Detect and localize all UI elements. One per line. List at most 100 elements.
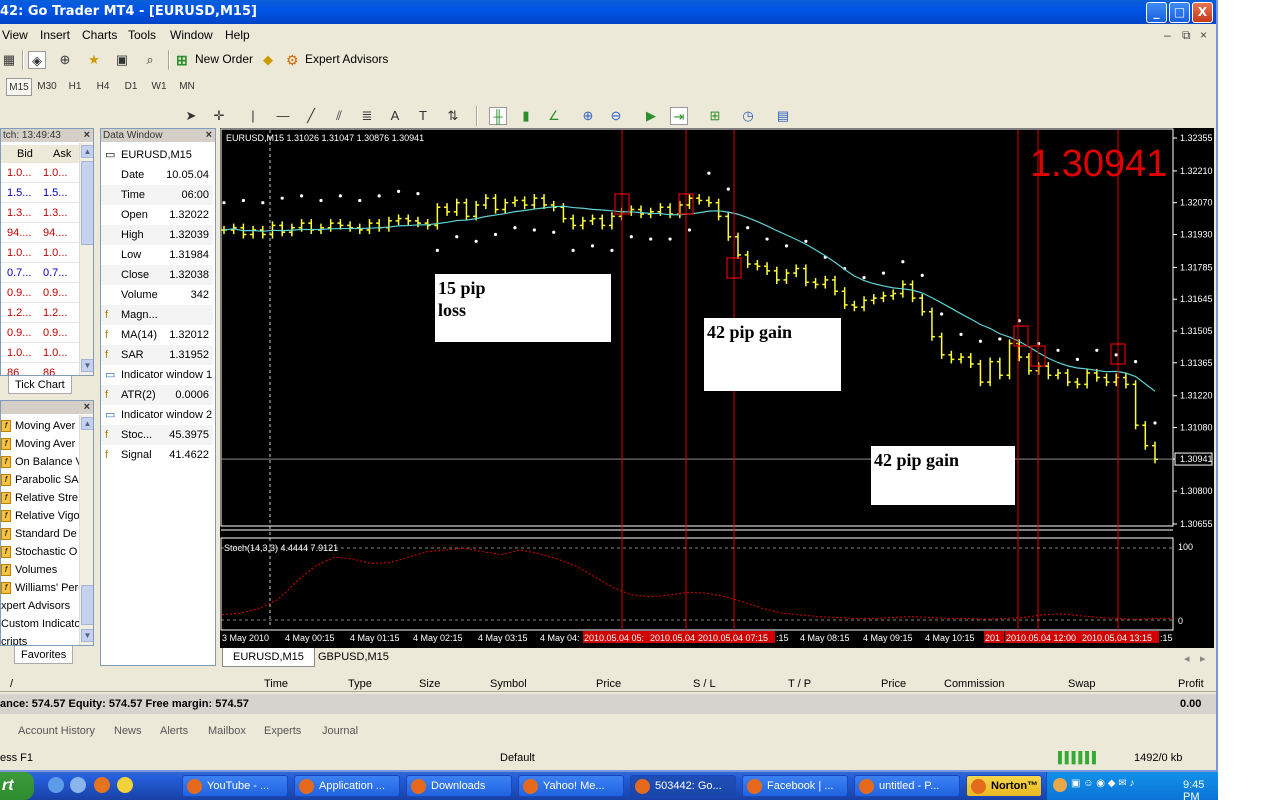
chart-shift-icon[interactable]: ⇥	[670, 107, 688, 125]
navigator-item[interactable]: f Volumes	[1, 561, 91, 579]
tab-mailbox[interactable]: Mailbox	[208, 725, 246, 737]
list-item[interactable]: 1.0... 1.0...	[1, 343, 79, 363]
taskbar-item[interactable]: Norton™	[966, 775, 1042, 797]
tab-news[interactable]: News	[114, 725, 142, 737]
tab-account-history[interactable]: Account History	[18, 725, 95, 737]
list-item[interactable]: 0.9... 0.9...	[1, 283, 79, 303]
tray-arrow-icon[interactable]	[1053, 778, 1067, 792]
navigator-item[interactable]: f On Balance V	[1, 453, 91, 471]
crosshair-tool-icon[interactable]: ✛	[210, 107, 228, 125]
quicklaunch-media-icon[interactable]	[70, 777, 86, 793]
price-chart[interactable]: EURUSD,M15 1.31026 1.31047 1.30876 1.309…	[220, 128, 1214, 648]
navigator-item[interactable]: f Relative Stre	[1, 489, 91, 507]
new-chart-icon[interactable]: ▦	[0, 51, 18, 69]
col-type[interactable]: Type	[348, 678, 372, 690]
tab-scroll-left-icon[interactable]: ◂	[1184, 652, 1190, 665]
vertical-line-icon[interactable]: |	[244, 107, 262, 125]
navigator-item[interactable]: Custom Indicator	[1, 615, 91, 633]
text-icon[interactable]: A	[386, 107, 404, 125]
tab-favorites[interactable]: Favorites	[14, 646, 74, 664]
scroll-thumb[interactable]	[81, 585, 93, 625]
close-icon[interactable]: ×	[206, 129, 212, 142]
navigator-item[interactable]: f Relative Vigo	[1, 507, 91, 525]
col-order[interactable]: /	[10, 678, 13, 690]
candlestick-icon[interactable]: ▮	[517, 107, 535, 125]
navigator-item[interactable]: f Williams' Perc	[1, 579, 91, 597]
col-sl[interactable]: S / L	[693, 678, 716, 690]
fibonacci-icon[interactable]: ≣	[358, 107, 376, 125]
scroll-down-icon[interactable]: ▼	[81, 359, 93, 372]
market-watch-scrollbar[interactable]: ▲ ▼	[79, 143, 93, 375]
list-item[interactable]: 0.9... 0.9...	[1, 323, 79, 343]
col-profit[interactable]: Profit	[1178, 678, 1204, 690]
text-label-icon[interactable]: T	[414, 107, 432, 125]
list-item[interactable]: 1.0... 1.0...	[1, 163, 79, 183]
navigator-item[interactable]: xpert Advisors	[1, 597, 91, 615]
navigator-item[interactable]: f Parabolic SA	[1, 471, 91, 489]
tf-d1-button[interactable]: D1	[118, 78, 144, 96]
col-commission[interactable]: Commission	[944, 678, 1005, 690]
col-swap[interactable]: Swap	[1068, 678, 1096, 690]
col-price[interactable]: Price	[596, 678, 621, 690]
taskbar-item[interactable]: YouTube - ...	[182, 775, 288, 797]
navigator-item[interactable]: f Moving Aver	[1, 435, 91, 453]
periods-clock-icon[interactable]: ◷	[739, 107, 757, 125]
close-button[interactable]: X	[1192, 2, 1213, 23]
zoom-out-icon[interactable]: ⊖	[607, 107, 625, 125]
warning-icon[interactable]: ◆	[259, 51, 277, 69]
col-tp[interactable]: T / P	[788, 678, 811, 690]
tab-alerts[interactable]: Alerts	[160, 725, 188, 737]
navigator-icon[interactable]: ★	[85, 51, 103, 69]
mdi-restore-icon[interactable]: ⧉	[1182, 28, 1191, 43]
mdi-close-icon[interactable]: ×	[1200, 28, 1207, 42]
tab-tick-chart[interactable]: Tick Chart	[8, 376, 72, 394]
line-chart-icon[interactable]: ∠	[545, 107, 563, 125]
minimize-button[interactable]: _	[1146, 2, 1167, 23]
col-size[interactable]: Size	[419, 678, 440, 690]
arrows-dropdown-icon[interactable]: ⇅	[444, 107, 462, 125]
bid-header[interactable]: Bid	[17, 148, 33, 160]
list-item[interactable]: 1.5... 1.5...	[1, 183, 79, 203]
tab-scroll-right-icon[interactable]: ▸	[1200, 652, 1206, 665]
taskbar-item[interactable]: Facebook | ...	[742, 775, 848, 797]
bar-chart-icon[interactable]: ╫	[489, 107, 507, 125]
scroll-up-icon[interactable]: ▲	[81, 145, 93, 158]
tf-m15-button[interactable]: M15	[6, 78, 32, 96]
taskbar-item[interactable]: Application ...	[294, 775, 400, 797]
menu-charts[interactable]: Charts	[82, 28, 117, 42]
menu-window[interactable]: Window	[170, 28, 213, 42]
cursor-icon[interactable]: ➤	[182, 107, 200, 125]
market-watch-icon[interactable]: ◈	[28, 51, 46, 69]
list-item[interactable]: 0.7... 0.7...	[1, 263, 79, 283]
list-item[interactable]: 86 86	[1, 363, 79, 375]
close-icon[interactable]: ×	[84, 129, 90, 142]
tf-w1-button[interactable]: W1	[146, 78, 172, 96]
tab-gbpusd-m15[interactable]: GBPUSD,M15	[308, 648, 399, 667]
tf-m30-button[interactable]: M30	[34, 78, 60, 96]
list-item[interactable]: 1.2... 1.2...	[1, 303, 79, 323]
tf-mn-button[interactable]: MN	[174, 78, 200, 96]
ask-header[interactable]: Ask	[53, 148, 71, 160]
tf-h4-button[interactable]: H4	[90, 78, 116, 96]
crosshair-icon[interactable]: ⊕	[56, 51, 74, 69]
quicklaunch-firefox-icon[interactable]	[94, 777, 110, 793]
tab-journal[interactable]: Journal	[322, 725, 358, 737]
zoom-in-icon[interactable]: ⊕	[579, 107, 597, 125]
menu-insert[interactable]: Insert	[40, 28, 70, 42]
quicklaunch-ie-icon[interactable]	[48, 777, 64, 793]
close-icon[interactable]: ×	[84, 401, 90, 414]
tab-eurusd-m15[interactable]: EURUSD,M15	[222, 648, 315, 667]
list-item[interactable]: 94.... 94....	[1, 223, 79, 243]
trendline-icon[interactable]: ╱	[302, 107, 320, 125]
navigator-item[interactable]: cripts	[1, 633, 91, 645]
tf-h1-button[interactable]: H1	[62, 78, 88, 96]
taskbar-item[interactable]: Downloads	[406, 775, 512, 797]
scroll-down-icon[interactable]: ▼	[81, 629, 93, 642]
navigator-item[interactable]: f Standard De	[1, 525, 91, 543]
menu-view[interactable]: View	[2, 28, 28, 42]
tester-icon[interactable]: ⌕	[141, 51, 159, 69]
scroll-up-icon[interactable]: ▲	[81, 417, 93, 430]
horizontal-line-icon[interactable]: —	[274, 107, 292, 125]
templates-icon[interactable]: ▤	[774, 107, 792, 125]
terminal-icon[interactable]: ▣	[113, 51, 131, 69]
